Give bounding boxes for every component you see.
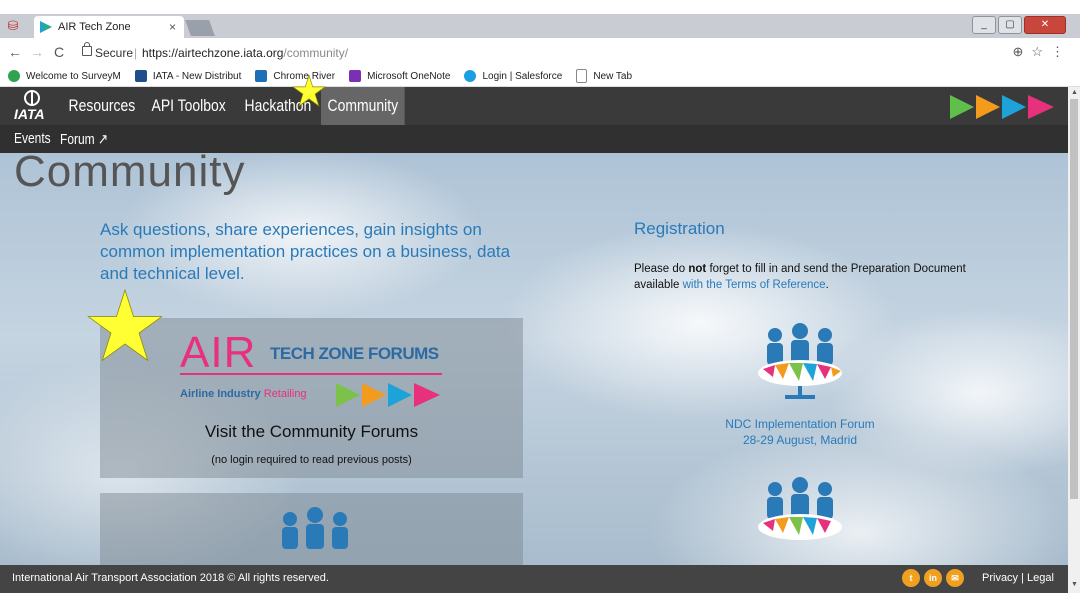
bookmark-label: New Tab [593,70,633,82]
air-subtitle-b: Retailing [263,388,307,400]
registration-text-end: . [825,279,829,291]
community-content: Community Ask questions, share experienc… [0,147,1068,573]
zoom-icon[interactable]: ⊕ [1012,44,1031,59]
registration-text-bold: not [688,263,707,275]
bookmark-favicon-icon [464,70,477,82]
secure-label: Secure [95,46,134,60]
logo-divider [180,373,442,375]
page-title: Community [14,147,246,196]
air-subtitle-a: Airline Industry [180,388,264,400]
browser-title-bar: ⛁ AIR Tech Zone × _ ▢ ✕ [0,14,1080,38]
footer: International Air Transport Association … [0,565,1068,593]
email-icon[interactable]: ✉ [946,569,964,587]
footer-links: Privacy | Legal [982,572,1054,584]
lock-icon [82,42,92,56]
top-navigation: IATA Resources API Toolbox Hackathon Com… [0,87,1068,125]
browser-tab[interactable]: AIR Tech Zone × [34,16,184,38]
bookmark-star-icon[interactable]: ☆ [1031,44,1051,59]
url-path: /community/ [283,46,349,60]
privacy-link[interactable]: Privacy [982,572,1018,584]
bookmark-item[interactable]: Welcome to SurveyM [8,70,121,82]
logo-text: IATA [14,106,45,122]
social-links: t in ✉ [902,569,964,587]
air-subtitle: Airline Industry Retailing [180,388,307,400]
bookmark-favicon-icon [134,70,147,82]
legal-link[interactable]: Legal [1027,572,1054,584]
bookmark-item[interactable]: Login | Salesforce [464,70,562,82]
bookmark-label: Login | Salesforce [482,70,563,82]
nav-community[interactable]: Community [320,87,405,125]
event-name[interactable]: NDC Implementation Forum [700,417,900,431]
tech-zone-forums-text: TECH ZONE FORUMS [270,344,439,363]
bookmark-label: Microsoft OneNote [367,70,451,82]
back-icon[interactable]: ← [8,44,22,60]
url-base: https://airtechzone.iata.org [142,46,284,60]
air-arrows-icon [336,383,440,407]
url-actions: ⊕☆⋮ [1012,44,1072,60]
people-group-icon [758,477,842,540]
bookmark-label: IATA - New Distribut [152,70,242,82]
second-forum-card[interactable] [100,493,523,573]
nav-resources[interactable]: Resources [62,87,142,125]
menu-dots-icon[interactable]: ⋮ [1051,44,1072,59]
registration-text: Please do not forget to fill in and send… [634,261,974,293]
close-window-icon[interactable]: ✕ [1024,16,1066,34]
iata-logo[interactable]: IATA [10,90,56,122]
scroll-up-icon[interactable]: ▲ [1071,89,1078,96]
bookmark-favicon-icon [255,70,268,82]
twitter-icon[interactable]: t [902,569,920,587]
scrollbar-thumb[interactable] [1070,99,1078,499]
url-separator: | [134,46,138,60]
subnav-events[interactable]: Events [14,130,51,147]
bookmark-item[interactable]: IATA - New Distribut [134,70,242,82]
nav-api-toolbox[interactable]: API Toolbox [145,87,232,125]
bookmarks-bar: Welcome to SurveyM IATA - New Distribut … [0,66,1080,87]
main-nav: Resources API Toolbox Hackathon Communit… [62,87,409,125]
people-group-icon [758,323,842,399]
bookmark-favicon-icon [349,70,362,82]
tab-title: AIR Tech Zone [58,21,131,33]
bookmark-favicon-icon [8,70,20,82]
intro-text: Ask questions, share experiences, gain i… [100,220,511,283]
bookmark-label: Welcome to SurveyM [26,70,121,82]
air-logo-text: AIR [180,328,257,377]
minimize-icon[interactable]: _ [972,16,996,34]
registration-title: Registration [634,219,725,238]
event-date: 28-29 August, Madrid [742,433,858,447]
browser-menu-icon[interactable]: ⛁ [4,18,22,34]
star-icon [292,74,326,107]
registration-text-a: Please do [634,263,689,275]
air-arrows-logo [950,95,1054,119]
bookmark-item[interactable]: Microsoft OneNote [349,70,450,82]
linkedin-icon[interactable]: in [924,569,942,587]
page-icon [576,69,588,83]
terms-of-reference-link[interactable]: with the Terms of Reference [683,279,826,291]
star-icon [87,288,163,362]
globe-icon [24,90,40,106]
maximize-icon[interactable]: ▢ [998,16,1022,34]
website: IATA Resources API Toolbox Hackathon Com… [0,87,1080,608]
bookmark-item[interactable]: New Tab [576,69,632,83]
footer-separator: | [1021,572,1024,584]
copyright-text: International Air Transport Association … [12,572,329,584]
visit-forums-link[interactable]: Visit the Community Forums [100,422,523,442]
subnav-forum[interactable]: Forum ↗ [60,130,108,148]
url-field[interactable]: https://airtechzone.iata.org/community/ [142,46,348,60]
no-login-note: (no login required to read previous post… [211,454,412,466]
forward-icon[interactable]: → [30,44,44,60]
window-controls: _ ▢ ✕ [972,16,1066,34]
address-bar: ← → C Secure | https://airtechzone.iata.… [0,38,1080,67]
tab-favicon-icon [40,21,52,33]
page-scrollbar[interactable]: ▲ ▼ [1068,87,1080,593]
reload-icon[interactable]: C [54,44,64,60]
tab-close-icon[interactable]: × [169,20,176,34]
scroll-down-icon[interactable]: ▼ [1071,581,1078,588]
new-tab-button[interactable] [185,20,215,36]
